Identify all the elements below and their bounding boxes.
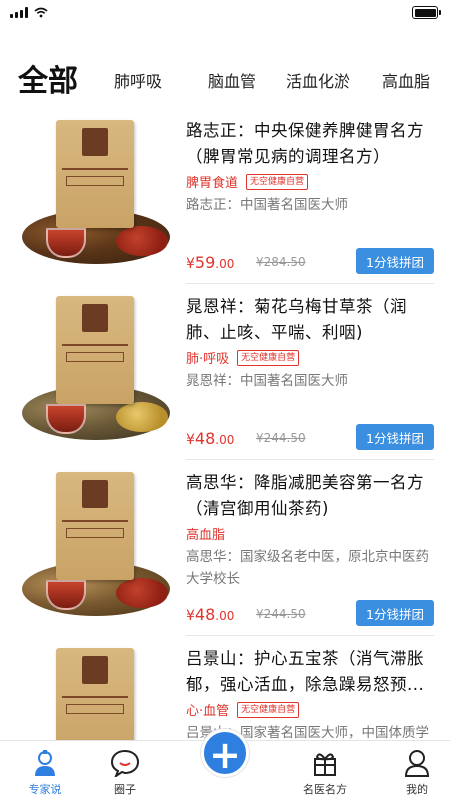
product-tags: 肺·呼吸 无空健康自营	[186, 348, 300, 367]
nav-expert[interactable]: 专家说	[0, 741, 90, 800]
tab-blood-activation[interactable]: 活血化淤	[286, 68, 350, 92]
product-title: 吕景山：护心五宝茶（消气滞胀郁，强心活血，除急躁易怒预...	[186, 649, 425, 694]
add-button[interactable]: +	[201, 729, 249, 777]
nav-label: 专家说	[28, 783, 62, 796]
original-price: ¥244.50	[256, 607, 306, 621]
product-image	[14, 468, 174, 626]
product-image	[14, 292, 174, 450]
product-tags: 高血脂	[186, 524, 225, 543]
nav-mine[interactable]: 我的	[372, 741, 450, 800]
nav-famous-recipes[interactable]: 名医名方	[280, 741, 370, 800]
tab-all[interactable]: 全部	[18, 56, 78, 100]
wifi-icon	[34, 7, 48, 18]
self-operated-badge: 无空健康自营	[237, 349, 300, 366]
group-buy-button[interactable]: 1分钱拼团	[356, 248, 434, 274]
product-item[interactable]: 路志正：中央保健养脾健胃名方（脾胃常见病的调理名方） 脾胃食道 无空健康自营 路…	[0, 108, 450, 284]
tab-lung-respiration[interactable]: 肺呼吸	[114, 68, 162, 92]
tab-hyperlipidemia[interactable]: 高血脂	[382, 68, 430, 92]
user-icon	[403, 747, 431, 779]
battery-icon	[412, 6, 441, 19]
product-tags: 脾胃食道 无空健康自营	[186, 172, 309, 191]
product-title: 高思华：降脂减肥美容第一名方（清宫御用仙茶药)	[186, 473, 424, 518]
gift-icon	[311, 747, 339, 779]
doctor-info: 路志正：中国著名国医大师	[186, 197, 348, 213]
product-image	[14, 116, 174, 274]
group-buy-button[interactable]: 1分钱拼团	[356, 600, 434, 626]
category-tag: 高血脂	[186, 528, 226, 543]
product-title: 晁恩祥：菊花乌梅甘草茶（润肺、止咳、平喘、利咽)	[186, 297, 407, 342]
status-left	[10, 6, 48, 18]
original-price: ¥244.50	[256, 431, 306, 445]
chat-bubble-icon	[110, 747, 140, 779]
nav-label: 名医名方	[303, 783, 347, 796]
category-tag: 肺·呼吸	[186, 352, 230, 367]
current-price: ¥59.00	[186, 253, 235, 272]
self-operated-badge: 无空健康自营	[237, 701, 300, 718]
bottom-nav: 专家说 圈子 + 名医名方 我的	[0, 729, 450, 800]
product-item[interactable]: 晁恩祥：菊花乌梅甘草茶（润肺、止咳、平喘、利咽) 肺·呼吸 无空健康自营 晁恩祥…	[0, 284, 450, 460]
original-price: ¥284.50	[256, 255, 306, 269]
product-tags: 心·血管 无空健康自营	[186, 700, 300, 719]
self-operated-badge: 无空健康自营	[246, 173, 309, 190]
signal-icon	[10, 6, 28, 18]
tab-cerebrovascular[interactable]: 脑血管	[208, 68, 256, 92]
category-tag: 脾胃食道	[186, 176, 239, 191]
status-bar	[0, 0, 450, 26]
current-price: ¥48.00	[186, 429, 235, 448]
current-price: ¥48.00	[186, 605, 235, 624]
nav-label: 我的	[406, 783, 428, 796]
doctor-info: 晁恩祥：中国著名国医大师	[186, 373, 348, 389]
product-item[interactable]: 高思华：降脂减肥美容第一名方（清宫御用仙茶药) 高血脂 高思华：国家级名老中医，…	[0, 460, 450, 636]
category-tabs: 全部 肺呼吸 脑血管 活血化淤 高血脂	[0, 48, 450, 106]
product-title: 路志正：中央保健养脾健胃名方（脾胃常见病的调理名方）	[186, 121, 424, 166]
category-tag: 心·血管	[186, 704, 230, 719]
nav-label: 圈子	[114, 783, 136, 796]
nav-circle[interactable]: 圈子	[80, 741, 170, 800]
doctor-info: 高思华：国家级名老中医，原北京中医药大学校长	[186, 549, 429, 587]
group-buy-button[interactable]: 1分钱拼团	[356, 424, 434, 450]
doctor-icon	[32, 747, 58, 779]
